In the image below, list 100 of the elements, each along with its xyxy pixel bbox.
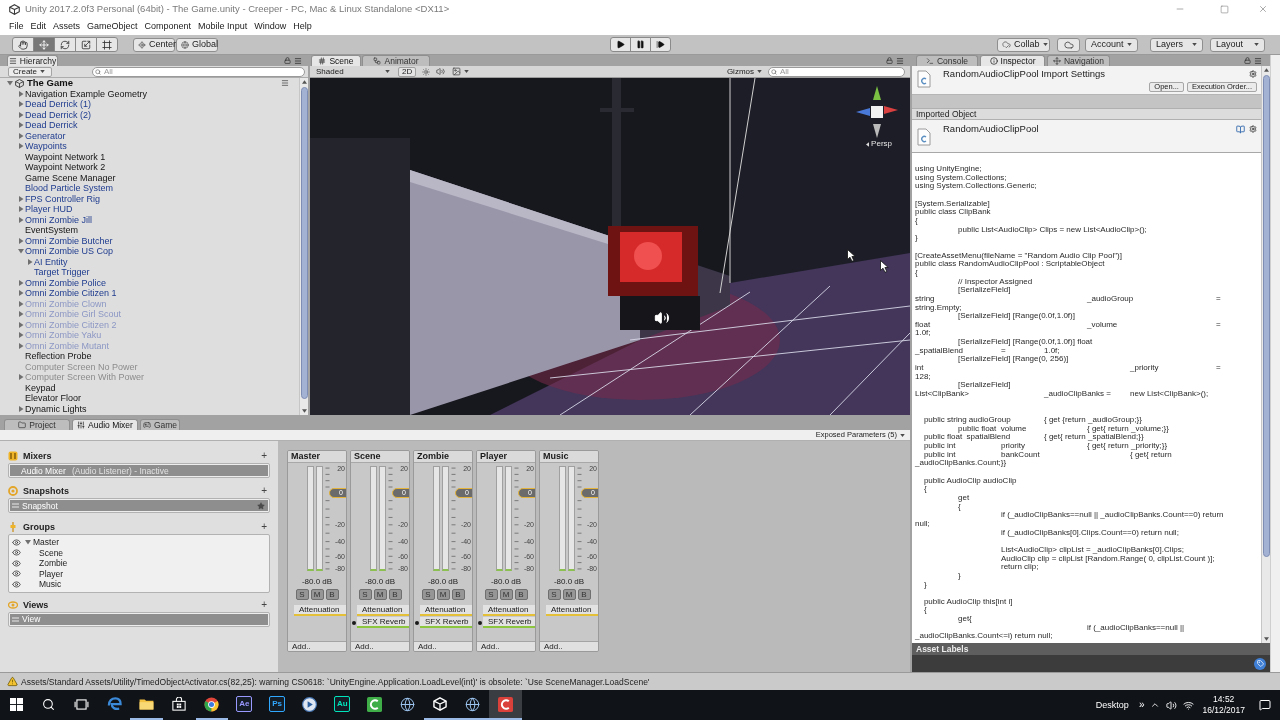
effect-slot[interactable]: SFX Reverb	[483, 617, 535, 628]
scrollbar[interactable]	[1261, 66, 1270, 643]
channel-toggle-button[interactable]: S	[421, 589, 435, 600]
menu-icon[interactable]	[1254, 56, 1262, 65]
hierarchy-item[interactable]: Omni Zombie Jill	[25, 214, 92, 225]
pivot-mode-button[interactable]: Center	[133, 37, 175, 52]
search-field[interactable]: All	[92, 66, 305, 77]
tree-arrow-icon[interactable]	[18, 290, 24, 297]
hierarchy-item[interactable]: Waypoints	[25, 141, 67, 152]
hierarchy-item[interactable]: Blood Particle System	[25, 183, 114, 194]
tree-arrow-icon[interactable]	[18, 216, 24, 223]
lock-icon[interactable]	[284, 57, 291, 64]
wifi-icon[interactable]	[1183, 699, 1195, 711]
hierarchy-item[interactable]: Waypoint Network 2	[25, 162, 106, 173]
lock-icon[interactable]	[1244, 57, 1251, 64]
add-effect-button[interactable]: Add..	[414, 641, 472, 651]
tree-arrow-icon[interactable]	[18, 90, 24, 97]
drag-handle-icon[interactable]	[12, 503, 19, 508]
menu-item[interactable]: Assets	[53, 19, 81, 34]
tree-arrow-icon[interactable]	[18, 332, 24, 339]
hierarchy-item[interactable]: Dead Derrick (2)	[25, 109, 91, 120]
hierarchy-item[interactable]: EventSystem	[25, 225, 79, 236]
channel-toggle-button[interactable]: B	[577, 589, 591, 600]
hierarchy-item[interactable]: Navigation Example Geometry	[25, 88, 148, 99]
tag-icon[interactable]	[1254, 657, 1266, 670]
layout-dropdown[interactable]: Layout	[1210, 37, 1265, 52]
channel-toggle-button[interactable]: B	[325, 589, 339, 600]
playback-button[interactable]	[609, 37, 631, 52]
search-field[interactable]: All	[768, 66, 905, 77]
add-effect-button[interactable]: Add..	[540, 641, 598, 651]
channel-toggle-button[interactable]: M	[562, 589, 576, 600]
scroll-up-icon[interactable]	[1263, 68, 1269, 72]
tree-arrow-icon[interactable]	[18, 111, 24, 118]
lock-icon[interactable]	[886, 57, 893, 64]
notification-icon[interactable]	[1259, 699, 1271, 711]
channel-toggle-button[interactable]: S	[358, 589, 372, 600]
tool-button[interactable]	[96, 37, 118, 52]
hierarchy-item[interactable]: Omni Zombie Butcher	[25, 235, 113, 246]
desktop-label[interactable]: Desktop	[1095, 700, 1129, 710]
channel-toggle-button[interactable]: B	[388, 589, 402, 600]
tree-arrow-icon[interactable]	[18, 101, 24, 108]
chevron-up-icon[interactable]	[1150, 700, 1161, 710]
projection-label[interactable]: Persp	[871, 140, 892, 148]
menu-item[interactable]: File	[9, 19, 24, 34]
hierarchy-item[interactable]: Dead Derrick (1)	[25, 99, 91, 110]
tree-arrow-icon[interactable]	[18, 342, 24, 349]
hierarchy-item[interactable]: Omni Zombie US Cop	[25, 246, 114, 257]
channel-toggle-button[interactable]: M	[310, 589, 324, 600]
sun-icon[interactable]	[422, 67, 431, 76]
eye-icon[interactable]	[12, 558, 21, 568]
add-effect-button[interactable]: Add..	[477, 641, 535, 651]
hierarchy-item[interactable]: Omni Zombie Citizen 1	[25, 288, 117, 299]
hierarchy-item[interactable]: AI Entity	[34, 256, 68, 267]
channel-toggle-button[interactable]: S	[484, 589, 498, 600]
cloud-button[interactable]	[1057, 37, 1080, 52]
menu-icon[interactable]	[294, 56, 302, 65]
menu-icon[interactable]	[281, 79, 289, 88]
clock-date[interactable]: 16/12/2017	[1202, 705, 1245, 716]
tree-arrow-icon[interactable]	[18, 311, 24, 318]
collab-dropdown[interactable]: Collab	[997, 37, 1050, 52]
effect-slot[interactable]: Attenuation	[546, 605, 598, 616]
mode-2d-button[interactable]: 2D	[398, 66, 417, 77]
effect-slot[interactable]: SFX Reverb	[420, 617, 472, 628]
playback-button[interactable]	[629, 37, 651, 52]
eye-icon[interactable]	[12, 537, 21, 547]
tool-button[interactable]	[12, 37, 34, 52]
hierarchy-item[interactable]: Player HUD	[25, 204, 73, 215]
scroll-down-icon[interactable]	[1263, 637, 1269, 641]
channel-toggle-button[interactable]: M	[499, 589, 513, 600]
channel-toggle-button[interactable]: B	[451, 589, 465, 600]
tree-arrow-icon[interactable]	[25, 539, 31, 546]
tree-arrow-icon[interactable]	[18, 122, 24, 129]
panel-tab[interactable]: Project	[4, 419, 70, 430]
hierarchy-item[interactable]: Keypad	[25, 382, 56, 393]
add-button[interactable]: +	[261, 599, 267, 610]
scroll-up-icon[interactable]	[301, 80, 307, 84]
tree-arrow-icon[interactable]	[18, 206, 24, 213]
tree-arrow-icon[interactable]	[18, 279, 24, 286]
eye-icon[interactable]	[12, 569, 21, 579]
menu-item[interactable]: Window	[254, 19, 287, 34]
settings-icon[interactable]	[1249, 125, 1257, 133]
hierarchy-item[interactable]: Dynamic Lights	[25, 403, 87, 414]
group-item[interactable]: Zombie	[39, 558, 68, 569]
scroll-down-icon[interactable]	[301, 409, 307, 413]
eye-icon[interactable]	[12, 579, 21, 589]
menu-icon[interactable]	[896, 56, 904, 65]
menu-item[interactable]: GameObject	[87, 19, 138, 34]
scrollbar[interactable]	[299, 78, 308, 415]
tool-button[interactable]	[33, 37, 55, 52]
tree-arrow-icon[interactable]	[18, 405, 24, 412]
tool-button[interactable]	[54, 37, 76, 52]
tree-arrow-icon[interactable]	[18, 237, 24, 244]
hierarchy-item[interactable]: Game Scene Manager	[25, 172, 116, 183]
speaker-icon[interactable]	[1166, 699, 1178, 711]
book-icon[interactable]	[1236, 125, 1245, 134]
hierarchy-item[interactable]: Reflection Probe	[25, 351, 92, 362]
group-item[interactable]: Music	[39, 579, 62, 590]
hierarchy-item[interactable]: FPS Controller Rig	[25, 193, 101, 204]
add-button[interactable]: +	[261, 451, 267, 461]
scrollbar-thumb[interactable]	[1262, 75, 1270, 557]
